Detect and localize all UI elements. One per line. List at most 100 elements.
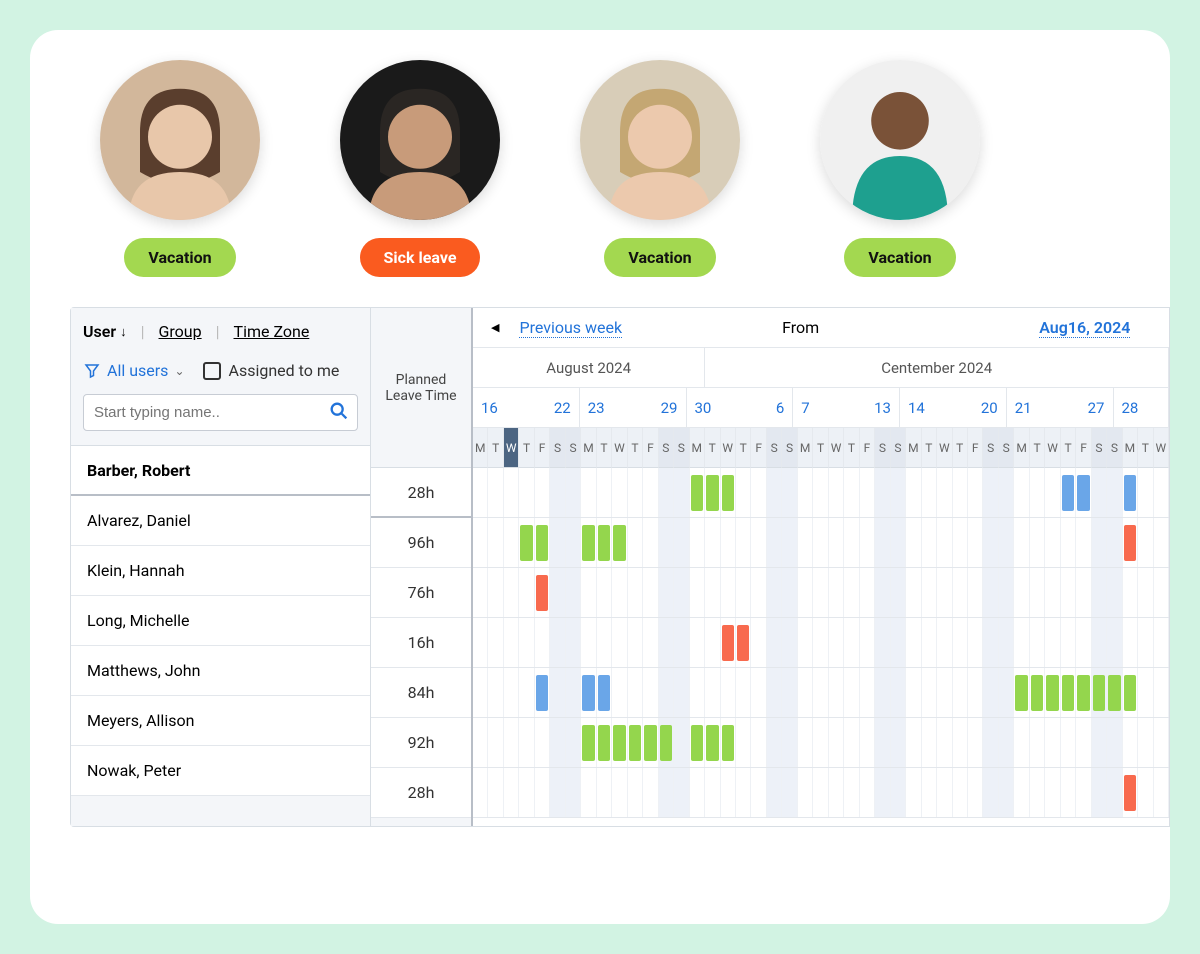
day-cell[interactable] xyxy=(581,618,596,667)
day-cell[interactable] xyxy=(860,518,875,567)
day-cell[interactable] xyxy=(1076,718,1091,767)
day-cell[interactable] xyxy=(891,518,906,567)
day-cell[interactable] xyxy=(705,668,720,717)
day-cell[interactable] xyxy=(983,518,998,567)
day-cell[interactable] xyxy=(581,668,596,717)
day-cell[interactable] xyxy=(860,468,875,517)
day-cell[interactable] xyxy=(721,618,736,667)
day-cell[interactable] xyxy=(1123,618,1138,667)
day-cell[interactable] xyxy=(999,668,1014,717)
day-cell[interactable] xyxy=(751,718,766,767)
day-cell[interactable] xyxy=(1092,668,1107,717)
day-cell[interactable] xyxy=(767,568,782,617)
day-cell[interactable] xyxy=(690,468,705,517)
day-cell[interactable] xyxy=(1045,618,1060,667)
day-cell[interactable] xyxy=(844,568,859,617)
day-cell[interactable] xyxy=(628,668,643,717)
day-cell[interactable] xyxy=(1030,518,1045,567)
day-cell[interactable] xyxy=(844,518,859,567)
day-cell[interactable] xyxy=(690,668,705,717)
day-cell[interactable] xyxy=(1092,718,1107,767)
day-cell[interactable] xyxy=(1123,518,1138,567)
day-cell[interactable] xyxy=(550,668,565,717)
day-cell[interactable] xyxy=(829,768,844,817)
day-cell[interactable] xyxy=(1123,468,1138,517)
day-cell[interactable] xyxy=(535,468,550,517)
leave-block[interactable] xyxy=(536,575,548,611)
day-cell[interactable] xyxy=(597,718,612,767)
day-cell[interactable] xyxy=(922,568,937,617)
day-cell[interactable] xyxy=(550,568,565,617)
leave-block[interactable] xyxy=(722,475,734,511)
day-cell[interactable] xyxy=(504,718,519,767)
day-cell[interactable] xyxy=(844,768,859,817)
day-cell[interactable] xyxy=(1107,468,1122,517)
assigned-to-me-checkbox[interactable]: Assigned to me xyxy=(203,361,340,380)
day-cell[interactable] xyxy=(1014,768,1029,817)
day-cell[interactable] xyxy=(798,468,813,517)
day-cell[interactable] xyxy=(1045,518,1060,567)
day-cell[interactable] xyxy=(953,468,968,517)
day-cell[interactable] xyxy=(860,718,875,767)
day-cell[interactable] xyxy=(488,618,503,667)
day-cell[interactable] xyxy=(643,668,658,717)
day-cell[interactable] xyxy=(922,718,937,767)
user-row[interactable]: Long, Michelle xyxy=(71,596,370,646)
day-cell[interactable] xyxy=(875,768,890,817)
day-cell[interactable] xyxy=(922,518,937,567)
day-cell[interactable] xyxy=(1138,518,1153,567)
day-cell[interactable] xyxy=(844,468,859,517)
day-cell[interactable] xyxy=(767,618,782,667)
leave-block[interactable] xyxy=(1046,675,1058,711)
day-cell[interactable] xyxy=(1154,718,1169,767)
day-cell[interactable] xyxy=(999,468,1014,517)
day-cell[interactable] xyxy=(813,468,828,517)
day-cell[interactable] xyxy=(983,718,998,767)
day-cell[interactable] xyxy=(968,668,983,717)
day-cell[interactable] xyxy=(1092,568,1107,617)
day-cell[interactable] xyxy=(1123,768,1138,817)
day-cell[interactable] xyxy=(550,518,565,567)
day-cell[interactable] xyxy=(705,468,720,517)
day-cell[interactable] xyxy=(473,618,488,667)
day-cell[interactable] xyxy=(999,718,1014,767)
day-cell[interactable] xyxy=(829,718,844,767)
day-cell[interactable] xyxy=(953,618,968,667)
day-cell[interactable] xyxy=(782,718,797,767)
day-cell[interactable] xyxy=(690,718,705,767)
day-cell[interactable] xyxy=(674,518,689,567)
user-row[interactable]: Matthews, John xyxy=(71,646,370,696)
user-row[interactable]: Nowak, Peter xyxy=(71,746,370,796)
day-cell[interactable] xyxy=(659,718,674,767)
day-cell[interactable] xyxy=(1107,718,1122,767)
week-cell[interactable]: 28 xyxy=(1114,388,1169,428)
day-cell[interactable] xyxy=(813,718,828,767)
day-cell[interactable] xyxy=(1138,668,1153,717)
day-cell[interactable] xyxy=(999,618,1014,667)
day-cell[interactable] xyxy=(798,718,813,767)
day-cell[interactable] xyxy=(488,768,503,817)
tab-timezone[interactable]: Time Zone xyxy=(234,322,310,341)
day-cell[interactable] xyxy=(798,768,813,817)
day-cell[interactable] xyxy=(1123,718,1138,767)
day-cell[interactable] xyxy=(1030,568,1045,617)
day-cell[interactable] xyxy=(813,618,828,667)
day-cell[interactable] xyxy=(643,768,658,817)
day-cell[interactable] xyxy=(968,468,983,517)
day-cell[interactable] xyxy=(566,468,581,517)
day-cell[interactable] xyxy=(968,618,983,667)
day-cell[interactable] xyxy=(1045,718,1060,767)
day-cell[interactable] xyxy=(999,768,1014,817)
search-input[interactable] xyxy=(83,394,358,431)
leave-block[interactable] xyxy=(1077,675,1089,711)
day-cell[interactable] xyxy=(519,468,534,517)
day-cell[interactable] xyxy=(1061,618,1076,667)
day-cell[interactable] xyxy=(751,568,766,617)
avatar[interactable] xyxy=(100,60,260,220)
day-cell[interactable] xyxy=(597,568,612,617)
day-cell[interactable] xyxy=(612,618,627,667)
day-cell[interactable] xyxy=(628,518,643,567)
day-cell[interactable] xyxy=(937,568,952,617)
day-cell[interactable] xyxy=(983,468,998,517)
day-cell[interactable] xyxy=(612,568,627,617)
